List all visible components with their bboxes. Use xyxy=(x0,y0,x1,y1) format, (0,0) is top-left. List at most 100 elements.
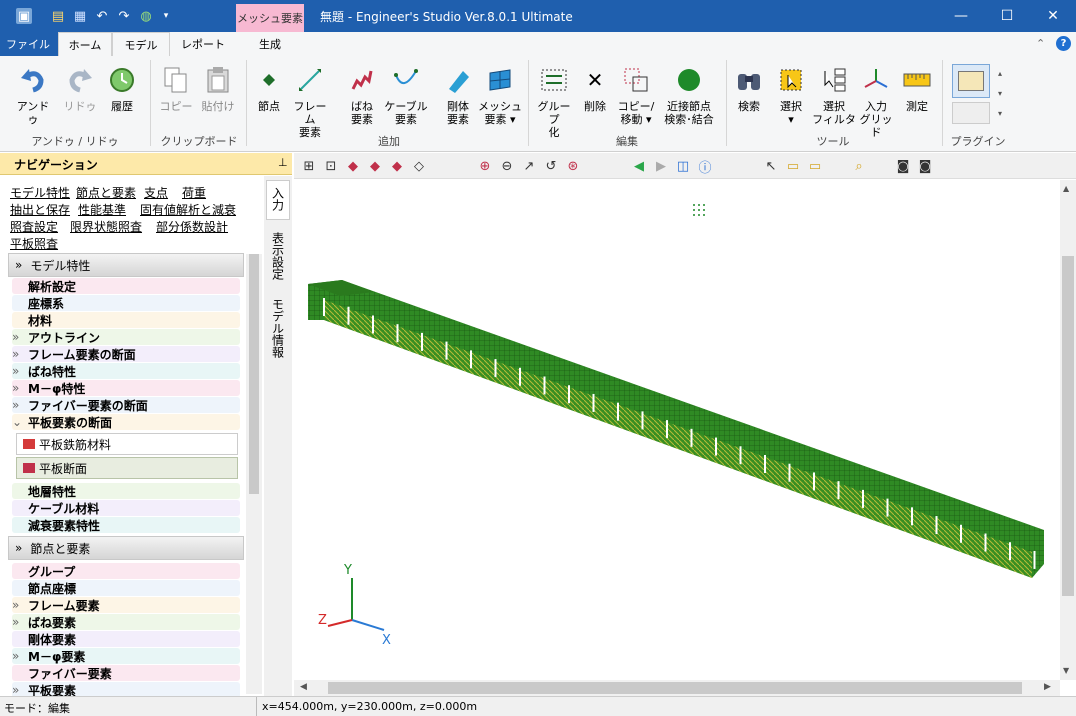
frame-element-button[interactable]: フレーム 要素 xyxy=(290,64,330,139)
vtab-display-settings[interactable]: 表示設定 xyxy=(266,226,290,290)
vtab-input[interactable]: 入力 xyxy=(266,180,290,220)
plugin-gallery-item-2[interactable] xyxy=(952,102,990,124)
select-button[interactable]: 選択 ▾ xyxy=(774,64,808,126)
nav-link-supports[interactable]: 支点 xyxy=(144,184,168,201)
nav-link-loads[interactable]: 荷重 xyxy=(182,184,206,201)
forward-icon[interactable]: ▶ xyxy=(652,157,670,175)
nav-link-limit-state[interactable]: 限界状態照査 xyxy=(70,218,142,235)
maximize-button[interactable]: ☐ xyxy=(984,0,1030,32)
minimize-button[interactable]: — xyxy=(938,0,984,32)
snapshot-icon[interactable]: ◫ xyxy=(674,157,692,175)
cable-element-button[interactable]: ケーブル 要素 xyxy=(384,64,428,126)
pan-icon[interactable]: ↗ xyxy=(520,157,538,175)
measure-button[interactable]: 測定 xyxy=(900,64,934,113)
mesh-element-button[interactable]: メッシュ 要素 ▾ xyxy=(478,64,522,126)
tree-item-nodes-5[interactable]: » M－φ要素 xyxy=(12,648,240,664)
back-icon[interactable]: ◀ xyxy=(630,157,648,175)
nav-link-eigen[interactable]: 固有値解析と減衰 xyxy=(140,201,236,218)
mark-icon[interactable]: ▭ xyxy=(806,157,824,175)
tab-model[interactable]: モデル xyxy=(112,32,170,56)
paste-button[interactable]: 貼付け xyxy=(198,64,238,113)
new-file-icon[interactable]: ▤ xyxy=(50,8,66,24)
tree-item-model-b-0[interactable]: 地層特性 xyxy=(12,483,240,499)
close-button[interactable]: ✕ xyxy=(1030,0,1076,32)
nav-scrollbar-thumb[interactable] xyxy=(249,254,259,494)
tree-subitem-plate-0[interactable]: 平板鉄筋材料 xyxy=(16,433,238,455)
save-icon[interactable]: ▦ xyxy=(72,8,88,24)
rotate-icon[interactable]: ↺ xyxy=(542,157,560,175)
tab-file[interactable]: ファイル xyxy=(2,32,54,56)
tree-item-nodes-6[interactable]: ファイバー要素 xyxy=(12,665,240,681)
info-icon[interactable]: ⓘ xyxy=(696,157,714,176)
nav-link-partial-factor[interactable]: 部分係数設計 xyxy=(156,218,228,235)
tree-item-nodes-3[interactable]: » ばね要素 xyxy=(12,614,240,630)
tree-item-model-7[interactable]: » ファイバー要素の断面 xyxy=(12,397,240,413)
gallery-scroll[interactable]: ▴ ▾ ▾ xyxy=(994,64,1006,126)
tree-subitem-plate-1[interactable]: 平板断面 xyxy=(16,457,238,479)
viewport-hscrollbar[interactable]: ◀ ▶ xyxy=(294,680,1060,696)
camera2-icon[interactable]: ◙ xyxy=(916,157,934,175)
tree-item-model-4[interactable]: » フレーム要素の断面 xyxy=(12,346,240,362)
nav-link-check-settings[interactable]: 照査設定 xyxy=(10,218,58,235)
section-header-model-props[interactable]: » モデル特性 xyxy=(8,253,244,277)
tab-report[interactable]: レポート xyxy=(170,32,236,56)
input-grid-button[interactable]: 入力 グリッド xyxy=(856,64,896,139)
viewport-vscrollbar[interactable]: ▲ ▼ xyxy=(1060,180,1076,680)
tree-item-model-b-1[interactable]: ケーブル材料 xyxy=(12,500,240,516)
hscroll-thumb[interactable] xyxy=(328,682,1022,694)
undo-icon[interactable]: ↶ xyxy=(94,8,110,24)
redo-button[interactable]: リドゥ xyxy=(60,64,100,113)
pointer-icon[interactable]: ↖ xyxy=(762,157,780,175)
tree-item-nodes-1[interactable]: 節点座標 xyxy=(12,580,240,596)
tree-item-model-3[interactable]: » アウトライン xyxy=(12,329,240,345)
cube-front-icon[interactable]: ◆ xyxy=(366,157,384,175)
group-button[interactable]: グループ 化 xyxy=(534,64,574,139)
zoom-out-icon[interactable]: ⊖ xyxy=(498,157,516,175)
section-header-nodes-elements[interactable]: » 節点と要素 xyxy=(8,536,244,560)
model-canvas[interactable]: Y X Z xyxy=(294,180,1060,680)
undo-button[interactable]: アンドゥ xyxy=(12,64,54,126)
nearby-node-button[interactable]: 近接節点 検索･結合 xyxy=(660,64,718,126)
tree-item-model-2[interactable]: 材料 xyxy=(12,312,240,328)
history-icon[interactable]: ◍ xyxy=(138,8,154,24)
tree-item-model-5[interactable]: » ばね特性 xyxy=(12,363,240,379)
tree-item-nodes-0[interactable]: グループ xyxy=(12,563,240,579)
cube-iso-icon[interactable]: ◆ xyxy=(344,157,362,175)
cube-side-icon[interactable]: ◆ xyxy=(388,157,406,175)
plugin-gallery-item-1[interactable] xyxy=(952,64,990,98)
delete-button[interactable]: ✕ 削除 xyxy=(580,64,610,114)
nav-link-performance[interactable]: 性能基準 xyxy=(78,201,126,218)
tree-item-nodes-4[interactable]: 剛体要素 xyxy=(12,631,240,647)
pin-icon[interactable]: ⊥ xyxy=(278,156,288,169)
tree-item-model-0[interactable]: 解析設定 xyxy=(12,278,240,294)
collapse-ribbon-icon[interactable]: ⌃ xyxy=(1036,37,1045,50)
tree-item-model-1[interactable]: 座標系 xyxy=(12,295,240,311)
zoom-in-icon[interactable]: ⊕ xyxy=(476,157,494,175)
model-viewport[interactable]: Y X Z xyxy=(294,180,1060,680)
node-button[interactable]: 節点 xyxy=(254,64,284,113)
target-icon[interactable]: ⊛ xyxy=(564,157,582,175)
zoom-window-icon[interactable]: ⊡ xyxy=(322,157,340,175)
selection-filter-button[interactable]: 選択 フィルタ xyxy=(812,64,856,126)
cube-top-icon[interactable]: ◇ xyxy=(410,157,428,175)
tab-generate[interactable]: 生成 xyxy=(236,32,304,56)
history-button[interactable]: 履歴 xyxy=(104,64,140,113)
vscroll-thumb[interactable] xyxy=(1062,256,1074,596)
tree-item-model-8[interactable]: ⌄ 平板要素の断面 xyxy=(12,414,240,430)
tab-home[interactable]: ホーム xyxy=(58,32,112,56)
nav-link-plate-check[interactable]: 平板照査 xyxy=(10,235,58,252)
search-button[interactable]: 検索 xyxy=(732,64,766,113)
tree-item-model-b-2[interactable]: 減衰要素特性 xyxy=(12,517,240,533)
customize-dropdown-icon[interactable]: ▾ xyxy=(158,8,174,24)
nav-link-nodes-elements[interactable]: 節点と要素 xyxy=(76,184,136,201)
fit-view-icon[interactable]: ⊞ xyxy=(300,157,318,175)
find-icon[interactable]: ⌕ xyxy=(850,157,868,175)
help-icon[interactable]: ? xyxy=(1056,36,1071,51)
nav-link-extract-save[interactable]: 抽出と保存 xyxy=(10,201,70,218)
highlight-icon[interactable]: ▭ xyxy=(784,157,802,175)
copy-move-button[interactable]: コピー/ 移動 ▾ xyxy=(616,64,656,126)
redo-icon[interactable]: ↷ xyxy=(116,8,132,24)
rigid-element-button[interactable]: 剛体 要素 xyxy=(440,64,476,126)
vtab-model-info[interactable]: モデル情報 xyxy=(266,292,290,362)
camera-icon[interactable]: ◙ xyxy=(894,157,912,175)
